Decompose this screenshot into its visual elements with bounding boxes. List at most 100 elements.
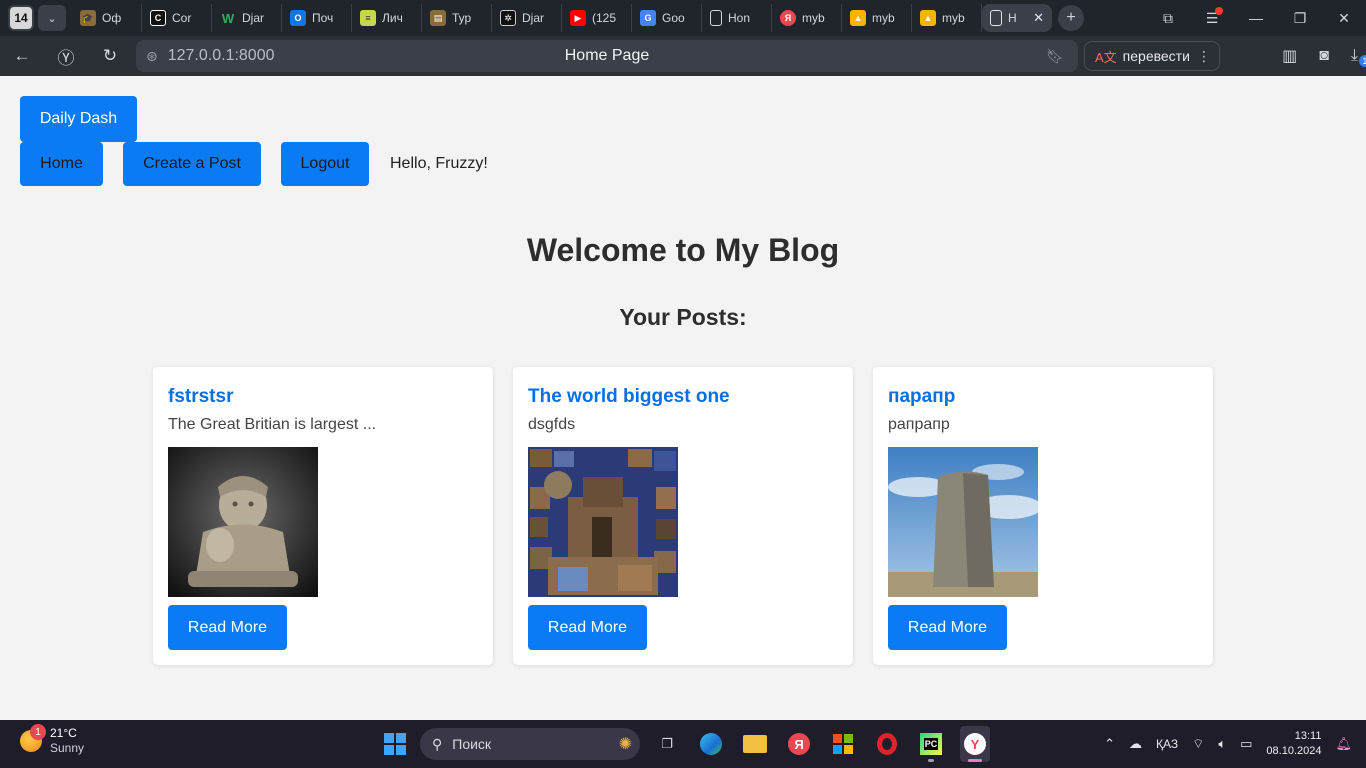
read-more-button[interactable]: Read More [888, 605, 1007, 650]
tab-label: Hon [728, 11, 751, 25]
onedrive-icon[interactable]: ☁ [1129, 736, 1142, 752]
tab-count-button[interactable]: 14 [8, 5, 34, 31]
yandex-icon[interactable]: Я [784, 726, 814, 762]
tab-9[interactable]: G Goo [632, 4, 702, 32]
taskbar-search[interactable]: ⚲ Поиск ✺ [420, 728, 640, 760]
image-icon: ▲ [920, 10, 936, 26]
translate-button[interactable]: A文 перевести ⋮ [1084, 41, 1220, 71]
page-content: Daily Dash Home Create a Post Logout Hel… [0, 76, 1366, 720]
tab-4[interactable]: O Поч [282, 4, 352, 32]
notification-bell-icon[interactable]: 🔔︎ [1335, 736, 1352, 752]
nav-create-post-link[interactable]: Create a Post [123, 142, 261, 186]
pycharm-icon[interactable]: PC [916, 726, 946, 762]
tab-label: Djar [522, 11, 545, 25]
system-tray: ⌃ ☁ ҚАЗ ⌔ 🔈︎ ▭ 13:11 08.10.2024 🔔︎ [1104, 720, 1366, 768]
more-vertical-icon[interactable]: ⋮ [1197, 48, 1211, 65]
opera-icon[interactable] [872, 726, 902, 762]
chevron-down-icon[interactable]: ⌄ [38, 5, 66, 31]
post-excerpt: dsgfds [528, 416, 576, 433]
weather-badge: 1 [30, 724, 46, 740]
download-icon[interactable]: ⤓ 1 [1351, 47, 1366, 67]
new-tab-button[interactable]: + [1058, 5, 1084, 31]
tab-label: Поч [312, 11, 334, 25]
tab-7[interactable]: ✲ Djar [492, 4, 562, 32]
post-title-link[interactable]: The world biggest one [528, 386, 730, 408]
post-title-link[interactable]: парапр [888, 386, 955, 408]
chevron-up-icon[interactable]: ⌃ [1104, 736, 1115, 752]
tab-strip: 14 ⌄ 🎓 Оф C Cor W Djar O Поч ≡ Лич ▤ Тур ✲ Djar… [0, 0, 1366, 36]
translate-label: перевести [1122, 48, 1190, 64]
page-icon [990, 10, 1002, 26]
edge-icon[interactable] [696, 726, 726, 762]
download-badge: 1 [1358, 55, 1366, 67]
printer-icon: ▤ [430, 10, 446, 26]
tab-label: myb [942, 11, 965, 25]
browser-toolbar: ← Ⓨ ↻ ⊛ 127.0.0.1:8000 Home Page 🔖︎ A文 п… [0, 36, 1366, 76]
tab-label: myb [802, 11, 825, 25]
weather-widget[interactable]: 1 21°C Sunny [20, 724, 85, 756]
volume-icon[interactable]: 🔈︎ [1218, 736, 1226, 752]
notes-icon: ≡ [360, 10, 376, 26]
store-icon[interactable] [828, 726, 858, 762]
user-greeting: Hello, Fruzzy! [390, 155, 488, 172]
yandex-logo-icon[interactable]: Ⓨ [44, 44, 88, 69]
posts-heading: Your Posts: [619, 304, 747, 330]
clock-time: 13:11 [1294, 730, 1322, 742]
read-more-button[interactable]: Read More [168, 605, 287, 650]
address-bar[interactable]: ⊛ 127.0.0.1:8000 Home Page 🔖︎ [136, 40, 1078, 72]
url-text[interactable]: 127.0.0.1:8000 [168, 47, 275, 65]
tab-2[interactable]: C Cor [142, 4, 212, 32]
page-title: Home Page [564, 47, 650, 64]
tab-12[interactable]: ▲ myb [842, 4, 912, 32]
close-icon[interactable]: ✕ [1033, 10, 1044, 26]
brand-link[interactable]: Daily Dash [20, 96, 137, 142]
battery-icon[interactable]: ▭ [1240, 736, 1252, 752]
tab-5[interactable]: ≡ Лич [352, 4, 422, 32]
post-card: парапр рапрапр Read More [873, 367, 1213, 665]
nav-home-link[interactable]: Home [20, 142, 103, 186]
tab-11[interactable]: Яmyb [772, 4, 842, 32]
post-card: fstrstsr The Great Britian is largest ..… [153, 367, 493, 665]
password-manager-icon[interactable]: ◙ [1319, 47, 1329, 65]
tab-1[interactable]: 🎓 Оф [72, 4, 142, 32]
tab-label: H [1008, 11, 1017, 25]
tab-8[interactable]: ▶ (125 [562, 4, 632, 32]
post-excerpt: рапрапр [888, 416, 950, 433]
clock[interactable]: 13:11 08.10.2024 [1266, 729, 1321, 759]
task-view-icon[interactable]: ❐ [652, 726, 682, 762]
collections-icon[interactable]: ⧉ [1146, 10, 1190, 27]
tab-3[interactable]: W Djar [212, 4, 282, 32]
windows-start-icon[interactable] [384, 733, 406, 755]
weather-condition: Sunny [50, 741, 85, 755]
menu-icon[interactable]: ☰ [1190, 6, 1234, 27]
language-indicator[interactable]: ҚАЗ [1156, 737, 1178, 751]
tab-6[interactable]: ▤ Тур [422, 4, 492, 32]
restore-icon[interactable]: ❐ [1278, 10, 1322, 27]
close-window-icon[interactable]: ✕ [1322, 10, 1366, 27]
nav-logout-link[interactable]: Logout [281, 142, 369, 186]
outlook-icon: O [290, 10, 306, 26]
yandex-browser-icon[interactable]: Y [960, 726, 990, 762]
back-arrow-icon[interactable]: ← [0, 46, 44, 66]
wifi-icon[interactable]: ⌔ [1192, 736, 1204, 752]
read-more-button[interactable]: Read More [528, 605, 647, 650]
reload-icon[interactable]: ↻ [88, 46, 132, 66]
tab-active[interactable]: H ✕ [982, 4, 1052, 32]
tab-13[interactable]: ▲ myb [912, 4, 982, 32]
image-icon: ▲ [850, 10, 866, 26]
post-image [528, 447, 678, 597]
post-excerpt: The Great Britian is largest ... [168, 416, 377, 433]
post-title-link[interactable]: fstrstsr [168, 386, 233, 408]
w-letter-icon: W [221, 10, 235, 26]
file-explorer-icon[interactable] [740, 726, 770, 762]
tab-10[interactable]: Hon [702, 4, 772, 32]
tab-label: myb [872, 11, 895, 25]
tab-label: Тур [452, 11, 472, 25]
reading-list-icon[interactable]: ▥ [1282, 46, 1297, 66]
post-card: The world biggest one dsgfds Read More [513, 367, 853, 665]
yandex-icon: Я [780, 10, 796, 26]
bookmark-icon[interactable]: 🔖︎ [1046, 48, 1064, 65]
temperature: 21°C [50, 726, 77, 740]
taskbar: 1 21°C Sunny ⚲ Поиск ✺ ❐ Я PC Y ⌃ ☁ ҚАЗ … [0, 720, 1366, 768]
minimize-icon[interactable]: — [1234, 10, 1278, 26]
